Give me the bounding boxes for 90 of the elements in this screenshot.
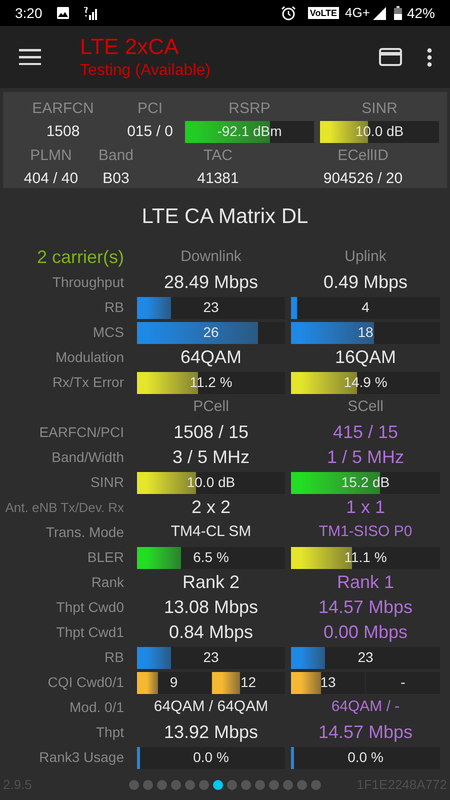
info-label: RSRP [228, 99, 270, 119]
info-value: 015 / 0 [127, 122, 173, 142]
bar-value: 23 [356, 648, 374, 667]
row-label: Mod. 0/1 [70, 698, 124, 717]
matrix-title: LTE CA Matrix DL [142, 204, 308, 230]
column-header: PCell [193, 397, 229, 418]
info-label: Band [98, 146, 134, 166]
value-cell-text: TM1-SISO P0 [318, 522, 412, 542]
signal-unknown-icon [84, 6, 98, 20]
signal-icon [372, 6, 386, 20]
info-label: PCI [137, 99, 162, 119]
value-cell-text: 14.57 Mbps [318, 596, 413, 619]
row-label: Rx/Tx Error [52, 373, 124, 392]
value-cell-text: 64QAM / - [331, 697, 400, 718]
row-label: Thpt [96, 723, 124, 742]
value-cell-text: 0.84 Mbps [168, 621, 254, 644]
value-cell-text: 0.00 Mbps [323, 621, 408, 644]
row-label: Thpt Cwd0 [56, 598, 124, 617]
bar-value: 0.0 % [192, 748, 230, 767]
value-cell-text: TM4-CL SM [170, 522, 252, 542]
info-value: 41381 [197, 168, 239, 188]
row-label: Rank [91, 573, 124, 592]
alarm-icon [280, 6, 296, 20]
value-cell-text: 1508 / 15 [173, 421, 249, 444]
column-header: SCell [348, 397, 384, 418]
value-cell-text: 3 / 5 MHz [172, 446, 250, 469]
battery-icon [394, 6, 402, 20]
value-cell-text: 415 / 15 [332, 421, 398, 444]
bar-value: 23 [202, 298, 220, 317]
value-cell-text: Rank 1 [336, 571, 394, 594]
value-cell-text: 13.92 Mbps [164, 721, 258, 744]
info-value: 404 / 40 [24, 168, 78, 188]
value-cell-text: 0.49 Mbps [323, 271, 408, 294]
image-icon [57, 7, 70, 19]
bar-value: 6.5 % [192, 548, 230, 567]
row-label: RB [104, 648, 124, 667]
value-cell-text: 16QAM [334, 346, 396, 369]
card-icon[interactable] [378, 45, 402, 69]
row-label: Rank3 Usage [39, 748, 124, 767]
info-label: PLMN [30, 146, 72, 166]
info-label: TAC [204, 146, 232, 166]
info-value: B03 [102, 168, 130, 188]
row-label: Ant. eNB Tx/Dev. Rx [5, 498, 124, 517]
toolbar-subtitle: Testing (Available) [80, 60, 210, 81]
value-cell-text: 1 x 1 [346, 496, 386, 519]
row-label: Band/Width [52, 448, 124, 467]
row-label: CQI Cwd0/1 [48, 673, 124, 692]
bar-value: 4 [360, 298, 370, 317]
info-label: SINR [362, 99, 398, 119]
info-label: EARFCN [32, 99, 94, 119]
row-label: RB [104, 298, 124, 317]
column-header: Uplink [344, 247, 386, 268]
value-cell-text: 2 x 2 [191, 496, 231, 519]
value-cell-text: 14.57 Mbps [318, 721, 413, 744]
more-options-icon[interactable] [426, 47, 432, 67]
value-cell-text: 1 / 5 MHz [326, 446, 404, 469]
row-label: Thpt Cwd1 [56, 623, 124, 642]
bar-value: - [400, 673, 406, 692]
row-label: Trans. Mode [46, 523, 124, 542]
info-value: 904526 / 20 [323, 168, 403, 188]
bar-value: 9 [168, 673, 179, 692]
bar-value: 13 [319, 673, 337, 692]
row-label: EARFCN/PCI [39, 423, 124, 442]
volte-badge: VoLTE [308, 7, 340, 19]
bar-value: 15.2 dB [340, 473, 391, 492]
info-label: ECellID [338, 146, 388, 166]
value-cell-text: Rank 2 [182, 571, 240, 594]
battery-level: 42% [406, 4, 435, 22]
clock-time: 3:20 [15, 4, 42, 22]
row-label: Throughput [52, 273, 124, 292]
value-cell-text: 13.08 Mbps [164, 596, 258, 619]
row-label: Modulation [56, 348, 124, 367]
row-label: BLER [87, 548, 124, 567]
column-header: Downlink [180, 247, 242, 268]
network-type: 4G+ [345, 4, 370, 22]
bar-value: 12 [239, 673, 258, 692]
row-label: MCS [92, 323, 124, 342]
bar-value: 26 [202, 323, 220, 342]
bar-value: 23 [202, 648, 220, 667]
info-value: 1508 [46, 122, 80, 142]
row-label: SINR [90, 473, 124, 492]
bar-value: -92.1 dBm [216, 122, 283, 142]
value-cell-text: 64QAM [180, 346, 242, 369]
value-cell-text: 28.49 Mbps [164, 271, 258, 294]
bar-value: 11.1 % [343, 548, 388, 567]
bar-value: 0.0 % [346, 748, 384, 767]
bar-value: 18 [356, 323, 374, 342]
row-label: 2 carrier(s) [36, 246, 124, 269]
toolbar-title: LTE 2xCA [80, 33, 180, 61]
value-cell-text: 64QAM / 64QAM [154, 697, 268, 718]
